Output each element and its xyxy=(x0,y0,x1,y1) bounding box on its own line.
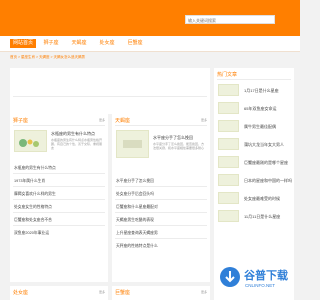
section-title: 处女座 xyxy=(13,290,29,296)
section-virgo: 处女座 更多 xyxy=(10,286,108,300)
list-item[interactable]: 水平座分手了怎么挽回 xyxy=(116,179,154,184)
article-thumbnail[interactable] xyxy=(218,210,239,222)
featured-thumbnail[interactable] xyxy=(116,130,149,158)
list-item[interactable]: 巨蟹座和处女座合不合 xyxy=(14,218,52,223)
divider xyxy=(13,125,105,126)
divider xyxy=(13,173,105,174)
more-link[interactable]: 更多 xyxy=(201,118,207,122)
sidebar-title: 热门文章 xyxy=(217,72,238,78)
search-input[interactable] xyxy=(188,17,274,23)
divider xyxy=(13,212,105,213)
list-item[interactable]: 处女座女生的性格特点 xyxy=(14,205,52,210)
sidebar-item[interactable]: 1月17日是什么星座 xyxy=(244,88,279,94)
list-item[interactable]: 双鱼座2020年事业运 xyxy=(14,231,49,236)
section-title: 狮子座 xyxy=(13,118,29,124)
divider xyxy=(13,186,105,187)
article-thumbnail[interactable] xyxy=(218,174,239,186)
thumbnail-illustration-icon xyxy=(123,140,142,148)
section-leo: 狮子座 更多 水瓶座的男生有什么特点 水瓶座的男生有什么特点水瓶男性格开朗，有自… xyxy=(10,114,108,282)
more-link[interactable]: 更多 xyxy=(201,290,207,294)
article-thumbnail[interactable] xyxy=(218,156,239,168)
divider xyxy=(115,186,207,187)
divider xyxy=(115,212,207,213)
article-thumbnail[interactable] xyxy=(218,138,239,150)
thumbnail-illustration-icon xyxy=(19,139,39,147)
list-item[interactable]: 摩羯女喜欢什么样的男生 xyxy=(14,192,56,197)
list-item[interactable]: 天蝎座男生吃醋的表现 xyxy=(116,218,154,223)
nav-item-home[interactable]: 网站首页 xyxy=(10,39,36,48)
divider xyxy=(13,96,207,97)
article-thumbnail[interactable] xyxy=(218,102,239,114)
search-box[interactable] xyxy=(185,15,275,24)
divider xyxy=(13,225,105,226)
featured-title[interactable]: 水平座分手了怎么挽回 xyxy=(153,135,193,141)
sidebar-item[interactable]: 蒲坑大龙当年女大男人 xyxy=(244,142,284,148)
featured-desc: 水瓶座的男生有什么特点水瓶男性格开朗，有自己的个性，善于交际，重视朋友 xyxy=(51,138,103,150)
sidebar-item[interactable]: 11月11日是什么星座 xyxy=(244,214,280,220)
article-thumbnail[interactable] xyxy=(218,192,239,204)
list-item[interactable]: 巨蟹座和什么星座最配对 xyxy=(116,205,158,210)
featured-thumbnail[interactable] xyxy=(14,130,47,152)
header-bar xyxy=(0,0,300,36)
sidebar-item[interactable]: 日本的星座和中国的一样吗 xyxy=(244,178,292,184)
divider xyxy=(217,79,291,80)
section-title: 天蝎座 xyxy=(115,118,131,124)
list-item[interactable]: 上升星座查询表天蝎座男 xyxy=(116,231,158,236)
main-nav: 网站首页 狮子座 天蝎座 处女座 巨蟹座 xyxy=(0,36,300,52)
featured-desc: 水平座分手了怎么挽回，能否挽回，方法很关键，和水平座相处需要很多耐心 xyxy=(153,142,205,150)
nav-item-leo[interactable]: 狮子座 xyxy=(40,39,62,48)
list-item[interactable]: 水瓶座的男生有什么特点 xyxy=(14,166,56,171)
article-thumbnail[interactable] xyxy=(218,84,239,96)
featured-title[interactable]: 水瓶座的男生有什么特点 xyxy=(51,131,95,137)
nav-item-cancer[interactable]: 巨蟹座 xyxy=(124,39,146,48)
section-scorpio: 天蝎座 更多 水平座分手了怎么挽回 水平座分手了怎么挽回，能否挽回，方法很关键，… xyxy=(112,114,210,282)
watermark-text: 谷普下载 xyxy=(244,268,288,282)
divider xyxy=(13,199,105,200)
list-item[interactable]: 处女座分手后会回头吗 xyxy=(116,192,154,197)
watermark-logo-icon: 谷普下载 CNLINFO.NET xyxy=(220,267,288,288)
watermark-subtext: CNLINFO.NET xyxy=(245,283,275,288)
list-item[interactable]: 天秤座的性格特点是什么 xyxy=(116,244,158,249)
nav-item-scorpio[interactable]: 天蝎座 xyxy=(68,39,90,48)
section-cancer: 巨蟹座 更多 xyxy=(112,286,210,300)
list-item[interactable]: 1973年属什么生肖 xyxy=(14,179,45,184)
divider xyxy=(115,199,207,200)
article-thumbnail[interactable] xyxy=(218,120,239,132)
divider xyxy=(115,238,207,239)
watermark: 谷普下载 CNLINFO.NET xyxy=(218,264,294,290)
more-link[interactable]: 更多 xyxy=(99,118,105,122)
breadcrumb[interactable]: 首页 > 星座生肖 > 天蝎座 > 天蝎女怎么追天蝎男 xyxy=(10,55,85,60)
section-title: 巨蟹座 xyxy=(115,290,131,296)
sidebar-item[interactable]: 65年双鱼座女命运 xyxy=(244,106,276,112)
sidebar-item[interactable]: 巨蟹座最刚的是哪个星座 xyxy=(244,160,288,166)
more-link[interactable]: 更多 xyxy=(99,290,105,294)
article-content-block xyxy=(10,68,210,114)
divider xyxy=(115,225,207,226)
sidebar-item[interactable]: 处女座最难受的时候 xyxy=(244,196,280,202)
divider xyxy=(115,125,207,126)
sidebar-item[interactable]: 属牛男生最佳配偶 xyxy=(244,124,276,130)
nav-item-virgo[interactable]: 处女座 xyxy=(96,39,118,48)
